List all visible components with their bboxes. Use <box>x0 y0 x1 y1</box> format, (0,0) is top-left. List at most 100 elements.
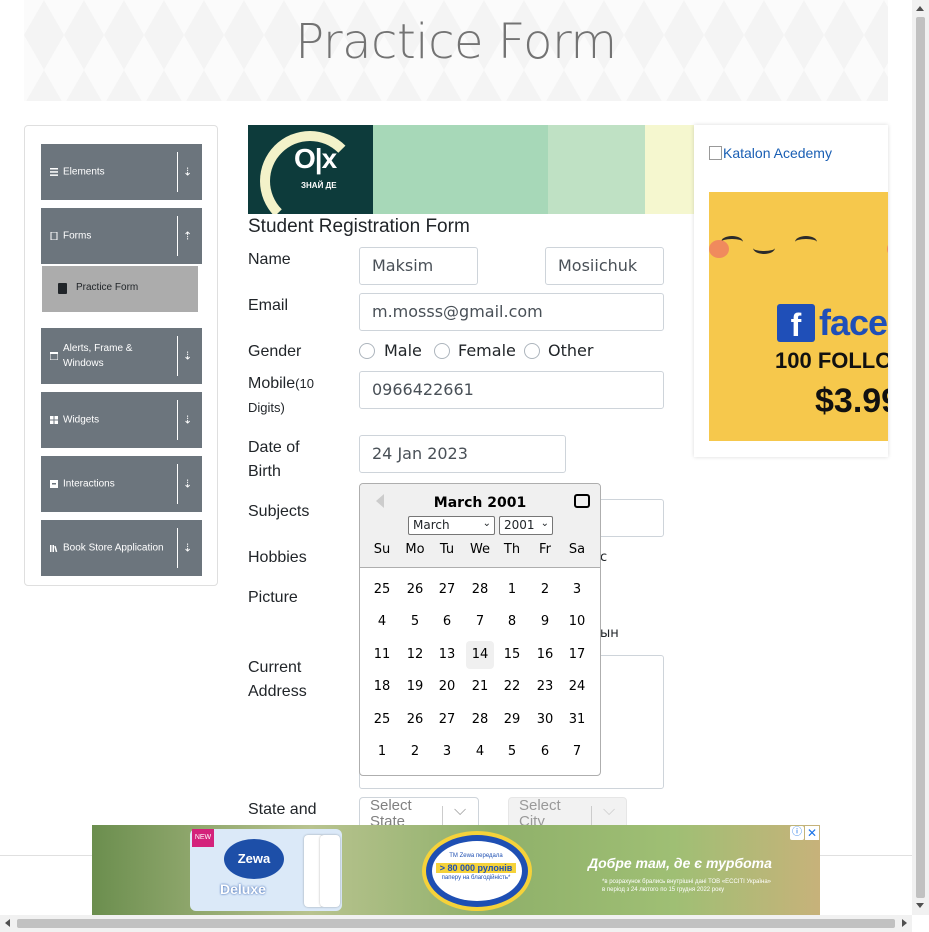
weekday-header: Fr <box>539 542 551 557</box>
calendar-day[interactable]: 20 <box>433 673 461 701</box>
weekday-header: Th <box>503 542 521 557</box>
calendar-day[interactable]: 22 <box>498 673 526 701</box>
gender-other-label[interactable]: Other <box>548 341 593 360</box>
box-icon <box>50 480 58 488</box>
page-title: Practice Form <box>295 14 617 70</box>
calendar-day[interactable]: 24 <box>563 673 591 701</box>
dob-label: Date of Birth <box>248 439 300 480</box>
calendar-day[interactable]: 21 <box>466 673 494 701</box>
calendar-day[interactable]: 26 <box>401 576 429 604</box>
sidebar-group-label: Elements <box>63 166 105 178</box>
year-select[interactable]: 2001 ⌄ <box>499 516 553 535</box>
weekday-header: We <box>469 542 491 557</box>
first-name-input[interactable]: Maksim <box>359 247 478 285</box>
calendar-day[interactable]: 25 <box>368 706 396 734</box>
bottom-banner-ad[interactable]: NEW Zewa Deluxe ТМ Zewa передала > 80 00… <box>92 825 820 915</box>
facebook-followers-ad[interactable]: f faceboo 100 FOLLOW $3.99 <box>709 192 888 441</box>
sidebar-group-elements[interactable]: Elements ⇣ <box>41 144 202 200</box>
scrollbar-thumb[interactable] <box>916 17 925 898</box>
scrollbar-thumb[interactable] <box>17 919 895 928</box>
subjects-label: Subjects <box>248 503 310 520</box>
gender-female-radio[interactable] <box>434 343 450 359</box>
gender-female-label[interactable]: Female <box>458 341 516 360</box>
calendar-day[interactable]: 23 <box>531 673 559 701</box>
email-input[interactable]: m.mosss@gmail.com <box>359 293 664 331</box>
calendar-day[interactable]: 28 <box>466 706 494 734</box>
calendar-day[interactable]: 2 <box>531 576 559 604</box>
document-icon <box>50 232 58 240</box>
scroll-up-icon[interactable] <box>916 6 924 11</box>
calendar-day[interactable]: 17 <box>563 641 591 669</box>
gender-other-radio[interactable] <box>524 343 540 359</box>
list-icon <box>50 168 58 176</box>
smiley-cheek-graphic <box>887 240 888 258</box>
expand-arrow-icon: ⇣ <box>183 166 193 179</box>
calendar-day[interactable]: 1 <box>498 576 526 604</box>
calendar-day[interactable]: 11 <box>368 641 396 669</box>
year-select-value: 2001 <box>504 518 535 532</box>
calendar-day[interactable]: 3 <box>563 576 591 604</box>
address-label: Current Address <box>248 659 307 700</box>
gender-male-label[interactable]: Male <box>384 341 422 360</box>
calendar-day[interactable]: 6 <box>433 608 461 636</box>
hobbies-option-tail[interactable]: c <box>600 550 607 565</box>
month-select[interactable]: March ⌄ <box>408 516 495 535</box>
calendar-day[interactable]: 19 <box>401 673 429 701</box>
calendar-day[interactable]: 2 <box>401 738 429 766</box>
top-banner-ad[interactable]: O|x ЗНАЙ ДЕ <box>248 125 694 214</box>
calendar-day[interactable]: 5 <box>498 738 526 766</box>
sidebar-group-book-store[interactable]: Book Store Application ⇣ <box>41 520 202 576</box>
weekday-header: Mo <box>405 542 425 557</box>
calendar-day[interactable]: 31 <box>563 706 591 734</box>
scroll-left-icon[interactable] <box>5 919 10 927</box>
katalon-ad-link[interactable]: Katalon Acedemy <box>709 145 832 161</box>
calendar-day[interactable]: 26 <box>401 706 429 734</box>
calendar-day[interactable]: 3 <box>433 738 461 766</box>
calendar-day[interactable]: 9 <box>531 608 559 636</box>
calendar-day[interactable]: 13 <box>433 641 461 669</box>
ad-close-icon[interactable]: ✕ <box>805 826 819 840</box>
sidebar-group-widgets[interactable]: Widgets ⇣ <box>41 392 202 448</box>
expand-arrow-icon: ⇣ <box>183 350 193 363</box>
ad-info-icon[interactable]: ⓘ <box>790 826 804 840</box>
calendar-day[interactable]: 8 <box>498 608 526 636</box>
calendar-day[interactable]: 4 <box>368 608 396 636</box>
sidebar-group-interactions[interactable]: Interactions ⇣ <box>41 456 202 512</box>
calendar-day[interactable]: 28 <box>466 576 494 604</box>
vertical-scrollbar[interactable] <box>912 0 929 915</box>
calendar-day[interactable]: 4 <box>466 738 494 766</box>
sidebar-item-practice-form[interactable]: Practice Form <box>42 266 198 312</box>
followers-text: 100 FOLLOW <box>775 348 888 373</box>
date-picker-popup: March 2001 March ⌄ 2001 ⌄ Su Mo Tu We Th F… <box>359 483 601 776</box>
sidebar-group-forms[interactable]: Forms ⇡ <box>41 208 202 264</box>
expand-arrow-icon: ⇣ <box>183 414 193 427</box>
calendar-day[interactable]: 5 <box>401 608 429 636</box>
weekday-header: Su <box>373 542 391 557</box>
calendar-day[interactable]: 18 <box>368 673 396 701</box>
calendar-day[interactable]: 29 <box>498 706 526 734</box>
calendar-day[interactable]: 10 <box>563 608 591 636</box>
calendar-day[interactable]: 15 <box>498 641 526 669</box>
calendar-day[interactable]: 7 <box>563 738 591 766</box>
calendar-day[interactable]: 12 <box>401 641 429 669</box>
horizontal-scrollbar[interactable] <box>0 915 912 932</box>
gender-male-radio[interactable] <box>359 343 375 359</box>
calendar-day[interactable]: 30 <box>531 706 559 734</box>
scroll-right-icon[interactable] <box>902 919 907 927</box>
calendar-day[interactable]: 14 <box>466 641 494 669</box>
calendar-day[interactable]: 16 <box>531 641 559 669</box>
calendar-day[interactable]: 27 <box>433 576 461 604</box>
calendar-day[interactable]: 1 <box>368 738 396 766</box>
sidebar-group-label: Interactions <box>63 478 115 490</box>
mobile-input[interactable]: 0966422661 <box>359 371 664 409</box>
date-of-birth-input[interactable]: 24 Jan 2023 <box>359 435 566 473</box>
state-city-label: State and <box>248 801 317 818</box>
last-name-input[interactable]: Mosiichuk <box>545 247 664 285</box>
calendar-day[interactable]: 27 <box>433 706 461 734</box>
sidebar-group-alerts[interactable]: Alerts, Frame & Windows ⇣ <box>41 328 202 384</box>
scroll-down-icon[interactable] <box>916 903 924 908</box>
calendar-day[interactable]: 6 <box>531 738 559 766</box>
weekday-header: Tu <box>439 542 455 557</box>
calendar-day[interactable]: 7 <box>466 608 494 636</box>
calendar-day[interactable]: 25 <box>368 576 396 604</box>
